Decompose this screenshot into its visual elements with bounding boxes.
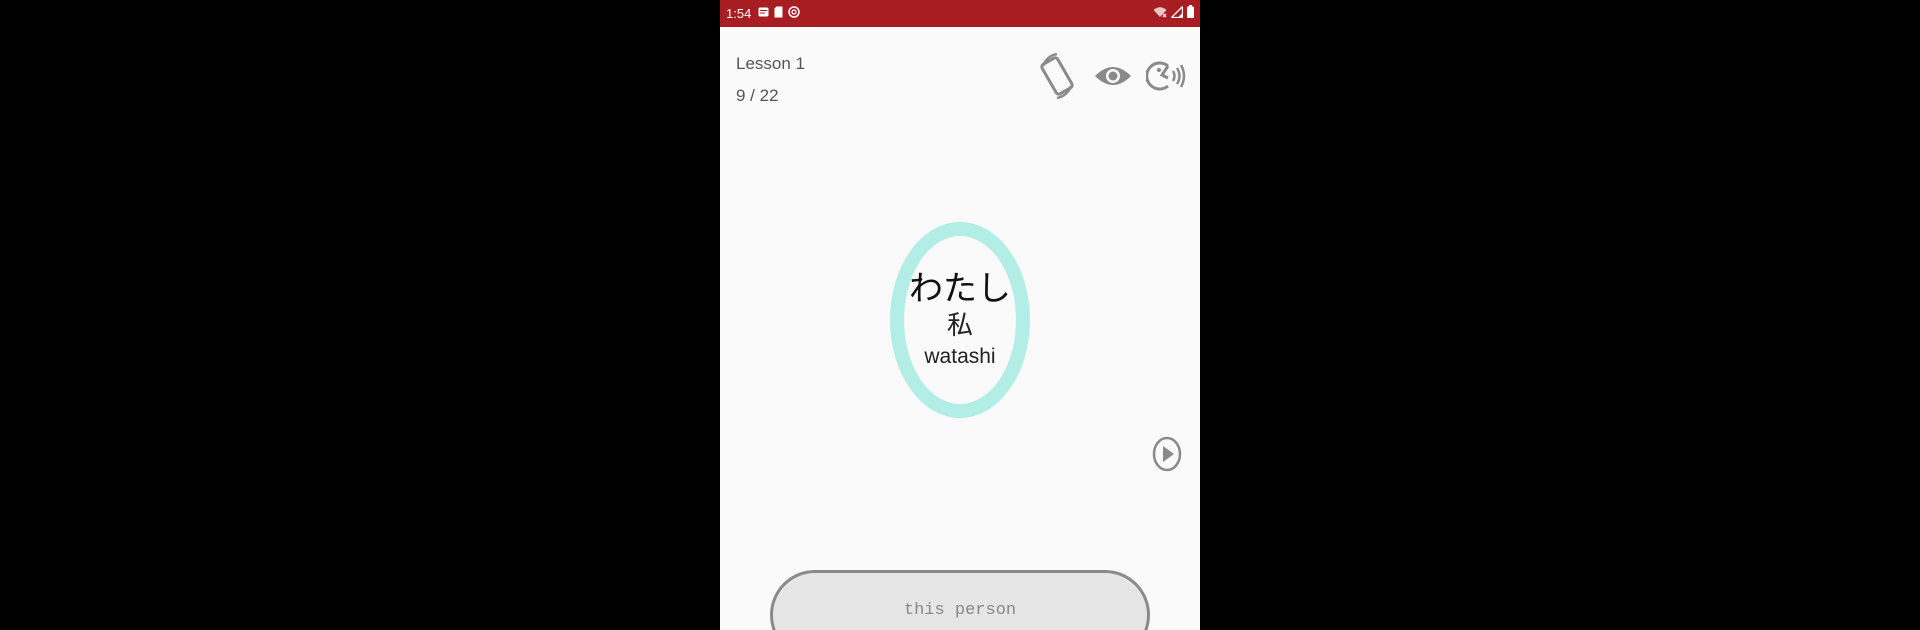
lesson-title: Lesson 1 [736, 54, 805, 73]
message-icon [758, 7, 769, 17]
word-card[interactable]: わたし 私 watashi [890, 222, 1030, 418]
meaning-answer-button[interactable]: this person [770, 570, 1150, 630]
status-system-icons [1153, 5, 1194, 18]
battery-icon [1187, 5, 1194, 18]
word-romaji: watashi [924, 345, 996, 368]
eye-icon [1095, 67, 1131, 85]
cell-signal-icon [1171, 5, 1183, 18]
rotate-button[interactable] [1034, 50, 1080, 102]
meaning-text: this person [903, 601, 1017, 620]
show-answer-button[interactable] [1090, 50, 1136, 102]
status-time: 1:54 [726, 6, 752, 21]
status-bar: 1:54 [720, 0, 1200, 27]
speaker-voice-icon [1146, 61, 1186, 91]
rotate-screen-icon [1040, 52, 1074, 100]
play-audio-button[interactable] [1152, 436, 1182, 472]
word-kanji: 私 [946, 311, 973, 341]
voice-button[interactable] [1144, 50, 1190, 102]
play-icon [1152, 436, 1182, 472]
sim-card-icon [774, 6, 783, 18]
word-kana: わたし [909, 269, 1011, 309]
app-screen: 1:54 Lesson 1 9 / 22 わたし 私 watashi this … [720, 0, 1200, 630]
at-sign-icon [788, 6, 800, 18]
lesson-progress: 9 / 22 [736, 86, 779, 105]
status-notification-icons [758, 6, 800, 18]
wifi-icon [1153, 6, 1167, 17]
